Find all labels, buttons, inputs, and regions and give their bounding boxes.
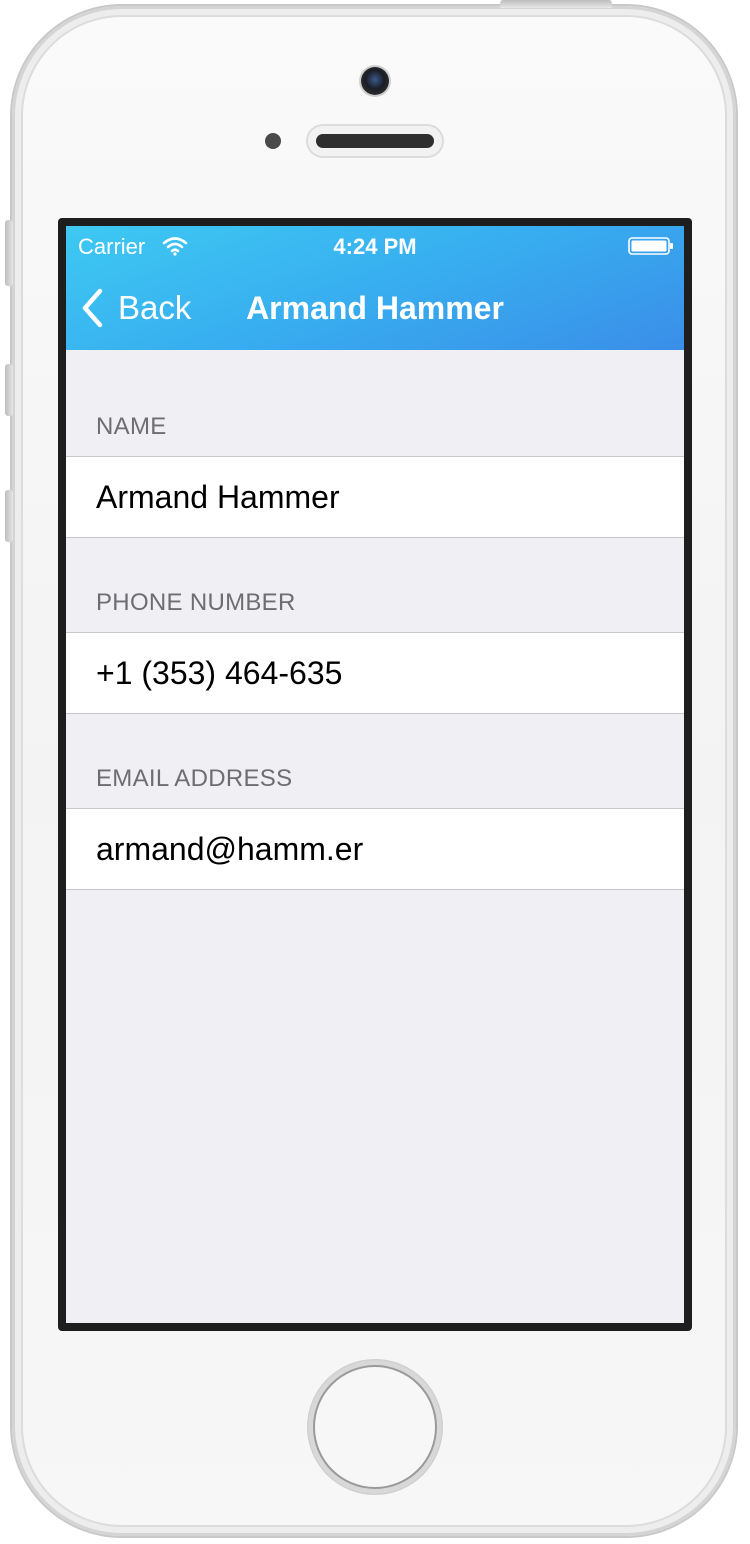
screen: Carrier 4:24 PM Back Armand Hammer NAME …: [66, 226, 684, 1323]
email-value: armand@hamm.er: [96, 831, 364, 867]
phone-section-header: PHONE NUMBER: [96, 589, 296, 616]
email-section-header: EMAIL ADDRESS: [96, 765, 293, 792]
name-section-header: NAME: [96, 413, 167, 440]
navigation-bar: Carrier 4:24 PM Back Armand Hammer: [66, 226, 684, 350]
volume-down-button: [5, 490, 13, 542]
name-value: Armand Hammer: [96, 479, 340, 515]
battery-icon: [628, 237, 673, 255]
proximity-sensor: [265, 133, 281, 149]
home-button[interactable]: [308, 1360, 442, 1494]
power-button: [500, 0, 612, 8]
camera-icon: [361, 67, 389, 95]
status-time: 4:24 PM: [333, 234, 417, 259]
earpiece-speaker: [308, 126, 442, 156]
mute-switch: [5, 220, 13, 286]
name-cell[interactable]: Armand Hammer: [66, 456, 684, 538]
page-title: Armand Hammer: [246, 290, 504, 326]
volume-up-button: [5, 364, 13, 416]
email-cell[interactable]: armand@hamm.er: [66, 808, 684, 890]
phone-cell[interactable]: +1 (353) 464-635: [66, 632, 684, 714]
phone-value: +1 (353) 464-635: [96, 655, 343, 691]
